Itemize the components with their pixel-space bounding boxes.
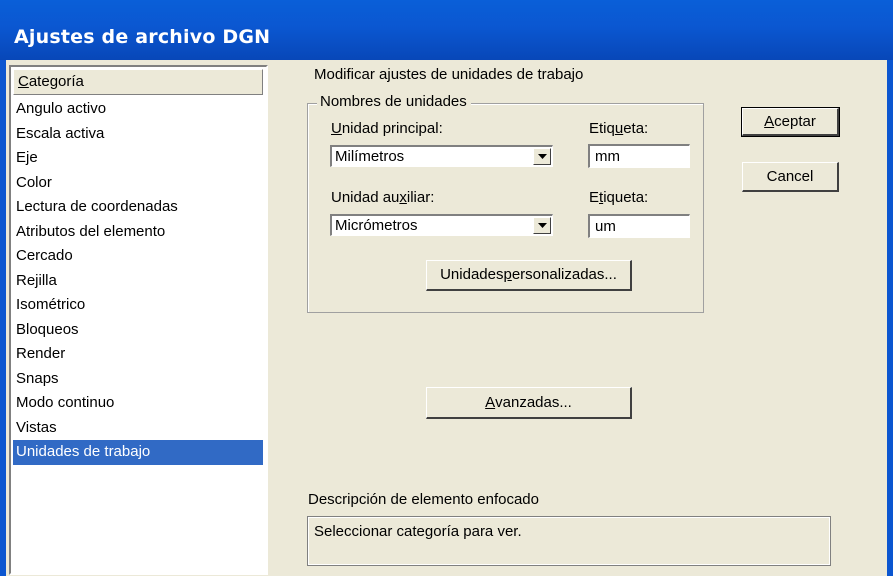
category-item[interactable]: Rejilla: [13, 269, 263, 294]
title-bar[interactable]: Ajustes de archivo DGN: [0, 0, 893, 60]
principal-tag-input[interactable]: mm: [588, 144, 690, 168]
auxiliar-unit-select[interactable]: Micrómetros: [330, 214, 553, 236]
category-item[interactable]: Vistas: [13, 416, 263, 441]
auxiliar-tag-value: um: [595, 218, 616, 235]
category-list[interactable]: Categoría Angulo activo Escala activa Eje C…: [9, 65, 268, 575]
description-text: Seleccionar categoría para ver.: [314, 523, 522, 540]
accept-label: Aceptar: [764, 113, 816, 130]
principal-tag-label: Etiqueta:: [589, 120, 649, 137]
category-item[interactable]: Snaps: [13, 367, 263, 392]
cancel-button[interactable]: Cancel: [742, 162, 839, 192]
description-box: Seleccionar categoría para ver.: [307, 516, 831, 566]
category-header-label: ategoría: [28, 73, 84, 90]
category-item[interactable]: Angulo activo: [13, 97, 263, 122]
unit-names-group-title: Nombres de unidades: [317, 93, 471, 110]
accept-button[interactable]: Aceptar: [741, 107, 840, 137]
category-item[interactable]: Modo continuo: [13, 391, 263, 416]
principal-unit-value: Milímetros: [335, 148, 405, 165]
chevron-down-icon[interactable]: [533, 217, 551, 234]
custom-units-label: Unidades personalizadas...: [440, 266, 617, 283]
custom-units-button[interactable]: Unidades personalizadas...: [426, 260, 632, 291]
category-item[interactable]: Escala activa: [13, 122, 263, 147]
auxiliar-unit-value: Micrómetros: [335, 217, 418, 234]
chevron-down-icon[interactable]: [533, 148, 551, 165]
category-item[interactable]: Cercado: [13, 244, 263, 269]
settings-heading: Modificar ajustes de unidades de trabajo: [314, 66, 584, 83]
auxiliar-tag-input[interactable]: um: [588, 214, 690, 238]
category-item[interactable]: Color: [13, 171, 263, 196]
category-item[interactable]: Render: [13, 342, 263, 367]
category-item[interactable]: Lectura de coordenadas: [13, 195, 263, 220]
category-items: Angulo activo Escala activa Eje Color Lectur…: [13, 97, 263, 465]
auxiliar-unit-label: Unidad auxiliar:: [331, 189, 435, 206]
category-item[interactable]: Unidades de trabajo: [13, 440, 263, 465]
category-item[interactable]: Eje: [13, 146, 263, 171]
category-header-accel: C: [18, 73, 29, 90]
category-item[interactable]: Bloqueos: [13, 318, 263, 343]
principal-unit-label: Unidad principal:: [331, 120, 443, 137]
window-title: Ajustes de archivo DGN: [14, 26, 271, 48]
principal-tag-value: mm: [595, 148, 620, 165]
description-label: Descripción de elemento enfocado: [308, 491, 539, 508]
cancel-label: Cancel: [766, 168, 814, 185]
auxiliar-tag-label: Etiqueta:: [589, 189, 649, 206]
principal-unit-select[interactable]: Milímetros: [330, 145, 553, 167]
window-border-right: [887, 60, 893, 576]
category-item[interactable]: Isométrico: [13, 293, 263, 318]
advanced-button[interactable]: Avanzadas...: [426, 387, 632, 419]
advanced-label: Avanzadas...: [485, 394, 572, 411]
category-list-header[interactable]: Categoría: [13, 69, 263, 95]
category-item[interactable]: Atributos del elemento: [13, 220, 263, 245]
